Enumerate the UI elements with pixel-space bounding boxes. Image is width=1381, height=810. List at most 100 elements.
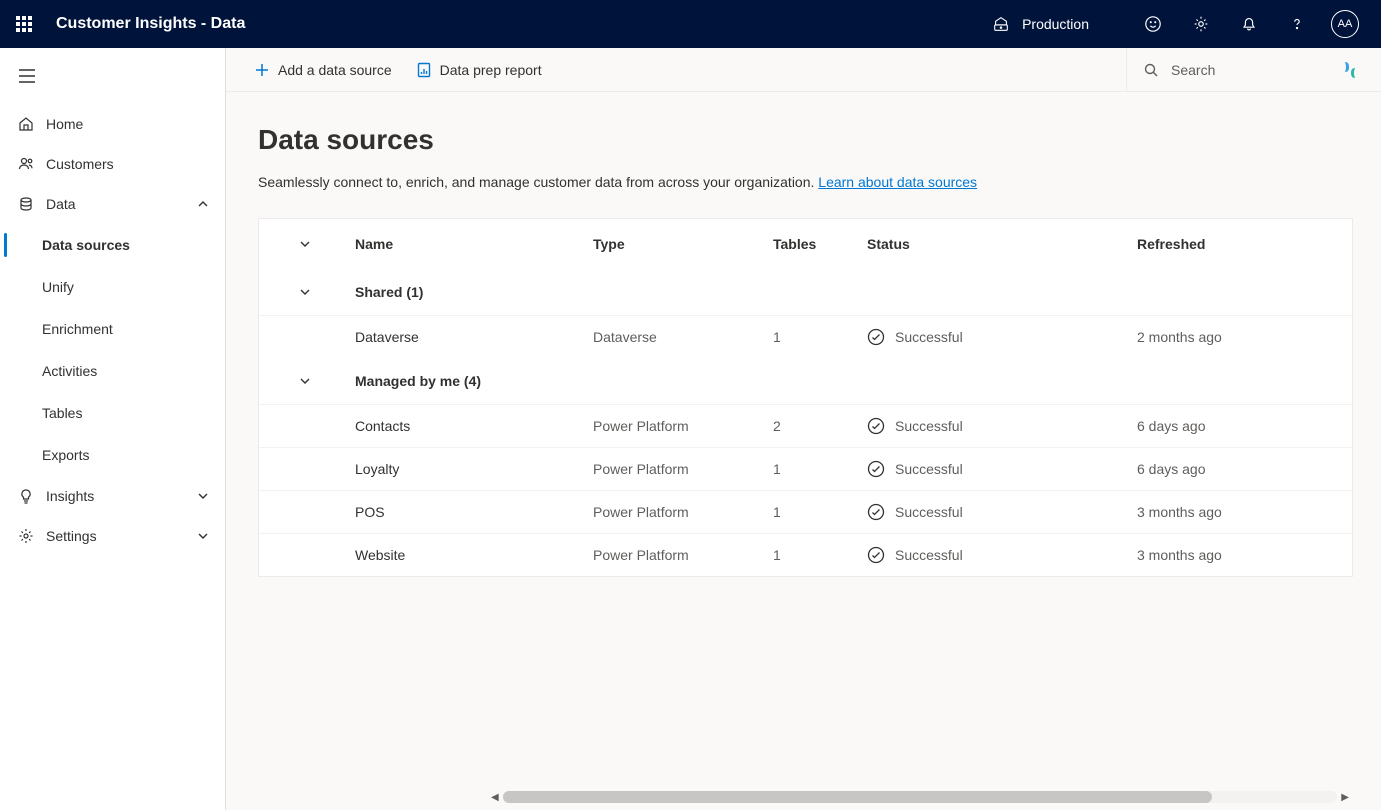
cell-status: Successful bbox=[867, 546, 1137, 564]
database-icon bbox=[16, 196, 36, 212]
scroll-right-icon: ▶ bbox=[1341, 792, 1349, 803]
nav-unify[interactable]: Unify bbox=[0, 266, 225, 308]
nav-label: Insights bbox=[46, 488, 94, 504]
cell-tables: 2 bbox=[773, 418, 867, 434]
nav-activities[interactable]: Activities bbox=[0, 350, 225, 392]
question-icon bbox=[1288, 15, 1306, 33]
hamburger-icon bbox=[18, 69, 36, 83]
check-circle-icon bbox=[867, 546, 885, 564]
nav-label: Data bbox=[46, 196, 76, 212]
bell-icon bbox=[1240, 15, 1258, 33]
horizontal-scrollbar[interactable]: ◀ ▶ bbox=[491, 790, 1349, 804]
learn-link[interactable]: Learn about data sources bbox=[818, 174, 977, 190]
nav-data[interactable]: Data bbox=[0, 184, 225, 224]
table-group-row[interactable]: Managed by me (4) bbox=[259, 358, 1352, 404]
col-tables[interactable]: Tables bbox=[773, 236, 867, 252]
nav-home[interactable]: Home bbox=[0, 104, 225, 144]
global-header: Customer Insights - Data Production AA bbox=[0, 0, 1381, 48]
copilot-icon bbox=[1339, 59, 1361, 81]
table-row[interactable]: DataverseDataverse1Successful2 months ag… bbox=[259, 315, 1352, 358]
search-icon bbox=[1143, 62, 1159, 78]
check-circle-icon bbox=[867, 503, 885, 521]
feedback-button[interactable] bbox=[1129, 0, 1177, 48]
search-input[interactable] bbox=[1171, 62, 1311, 78]
report-icon bbox=[416, 62, 432, 78]
cell-refreshed: 6 days ago bbox=[1137, 461, 1352, 477]
nav-label: Settings bbox=[46, 528, 97, 544]
data-prep-report-button[interactable]: Data prep report bbox=[416, 48, 554, 92]
cell-tables: 1 bbox=[773, 547, 867, 563]
nav-insights[interactable]: Insights bbox=[0, 476, 225, 516]
cell-status: Successful bbox=[867, 417, 1137, 435]
table-row[interactable]: LoyaltyPower Platform1Successful6 days a… bbox=[259, 447, 1352, 490]
collapse-nav-button[interactable] bbox=[0, 56, 225, 96]
group-label: Managed by me (4) bbox=[323, 373, 593, 389]
cell-name: Website bbox=[323, 547, 593, 563]
cell-type: Power Platform bbox=[593, 547, 773, 563]
group-label: Shared (1) bbox=[323, 284, 593, 300]
content-area: Add a data source Data prep report Data … bbox=[226, 48, 1381, 810]
account-button[interactable]: AA bbox=[1321, 0, 1369, 48]
plus-icon bbox=[254, 62, 270, 78]
gear-icon bbox=[1192, 15, 1210, 33]
cell-name: Contacts bbox=[323, 418, 593, 434]
nav-label: Enrichment bbox=[42, 321, 113, 337]
cell-refreshed: 6 days ago bbox=[1137, 418, 1352, 434]
settings-button[interactable] bbox=[1177, 0, 1225, 48]
nav-settings[interactable]: Settings bbox=[0, 516, 225, 556]
nav-label: Unify bbox=[42, 279, 74, 295]
nav-label: Tables bbox=[42, 405, 82, 421]
col-type[interactable]: Type bbox=[593, 236, 773, 252]
cmd-label: Add a data source bbox=[278, 62, 392, 78]
cmd-label: Data prep report bbox=[440, 62, 542, 78]
add-data-source-button[interactable]: Add a data source bbox=[254, 48, 404, 92]
cell-refreshed: 3 months ago bbox=[1137, 504, 1352, 520]
cell-name: Loyalty bbox=[323, 461, 593, 477]
chevron-down-icon bbox=[299, 286, 311, 298]
check-circle-icon bbox=[867, 417, 885, 435]
cell-name: POS bbox=[323, 504, 593, 520]
left-nav: Home Customers Data Data sources Unify E… bbox=[0, 48, 226, 810]
notifications-button[interactable] bbox=[1225, 0, 1273, 48]
chevron-up-icon bbox=[197, 198, 209, 210]
smiley-icon bbox=[1144, 15, 1162, 33]
nav-label: Data sources bbox=[42, 237, 130, 253]
nav-label: Activities bbox=[42, 363, 97, 379]
cell-refreshed: 2 months ago bbox=[1137, 329, 1352, 345]
table-row[interactable]: POSPower Platform1Successful3 months ago bbox=[259, 490, 1352, 533]
chevron-down-icon bbox=[299, 375, 311, 387]
nav-label: Home bbox=[46, 116, 83, 132]
table-row[interactable]: WebsitePower Platform1Successful3 months… bbox=[259, 533, 1352, 576]
table-row[interactable]: ContactsPower Platform2Successful6 days … bbox=[259, 404, 1352, 447]
nav-data-sources[interactable]: Data sources bbox=[0, 224, 225, 266]
chevron-down-icon[interactable] bbox=[299, 238, 311, 250]
col-name[interactable]: Name bbox=[323, 236, 593, 252]
app-title: Customer Insights - Data bbox=[56, 15, 245, 33]
environment-name: Production bbox=[1022, 16, 1089, 32]
environment-picker[interactable]: Production bbox=[992, 15, 1089, 33]
nav-customers[interactable]: Customers bbox=[0, 144, 225, 184]
col-refreshed[interactable]: Refreshed bbox=[1137, 236, 1352, 252]
page-title: Data sources bbox=[258, 124, 1353, 156]
nav-exports[interactable]: Exports bbox=[0, 434, 225, 476]
nav-enrichment[interactable]: Enrichment bbox=[0, 308, 225, 350]
gear-icon bbox=[16, 528, 36, 544]
customers-icon bbox=[16, 156, 36, 172]
copilot-button[interactable] bbox=[1339, 59, 1361, 81]
nav-tables[interactable]: Tables bbox=[0, 392, 225, 434]
col-status[interactable]: Status bbox=[867, 236, 1137, 252]
check-circle-icon bbox=[867, 328, 885, 346]
app-launcher-button[interactable] bbox=[0, 0, 48, 48]
help-button[interactable] bbox=[1273, 0, 1321, 48]
cell-type: Power Platform bbox=[593, 504, 773, 520]
scroll-left-icon: ◀ bbox=[491, 792, 499, 803]
cell-tables: 1 bbox=[773, 329, 867, 345]
cell-status: Successful bbox=[867, 328, 1137, 346]
cell-name: Dataverse bbox=[323, 329, 593, 345]
nav-label: Exports bbox=[42, 447, 89, 463]
cell-refreshed: 3 months ago bbox=[1137, 547, 1352, 563]
cell-status: Successful bbox=[867, 503, 1137, 521]
waffle-icon bbox=[16, 16, 32, 32]
table-group-row[interactable]: Shared (1) bbox=[259, 269, 1352, 315]
nav-label: Customers bbox=[46, 156, 114, 172]
